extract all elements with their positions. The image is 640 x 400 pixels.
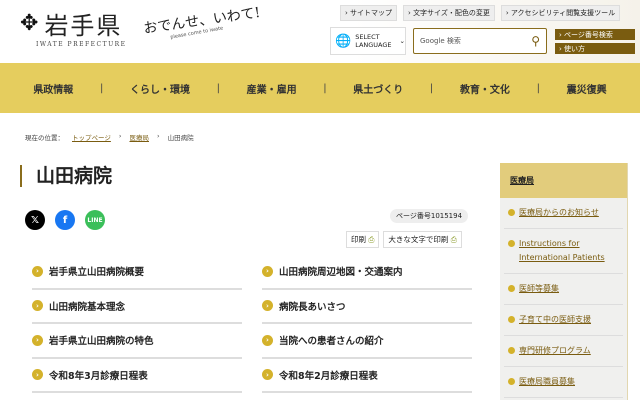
link-list: › 岩手県立山田病院概要 › 山田病院周辺地図・交通案内 › 山田病院基本理念 › 病院… xyxy=(32,255,472,393)
list-item[interactable]: › 病院長あいさつ xyxy=(262,290,472,324)
breadcrumb-link[interactable]: 医療局 xyxy=(129,132,149,142)
chevron-right-icon: › xyxy=(32,369,43,381)
sidebar-item[interactable]: 医療局職員募集 xyxy=(504,367,623,398)
nav-item[interactable]: くらし・環境 xyxy=(130,81,190,96)
sidebar-item[interactable]: Instructions for International Patients xyxy=(504,229,623,274)
nav-item[interactable]: 県政情報 xyxy=(33,81,73,96)
list-item[interactable]: › 山田病院周辺地図・交通案内 xyxy=(262,255,472,290)
list-item[interactable]: › 山田病院基本理念 xyxy=(32,290,242,324)
sidebar-heading[interactable]: 医療局 xyxy=(500,163,627,198)
site-logo[interactable]: ✥ 岩手県 xyxy=(20,6,122,41)
logo-text: 岩手県 xyxy=(44,12,123,40)
chevron-down-icon: ⌄ xyxy=(399,37,405,45)
breadcrumb-link[interactable]: トップページ xyxy=(72,132,111,142)
nav-item[interactable]: 産業・雇用 xyxy=(247,81,297,96)
chevron-right-icon: › xyxy=(32,265,43,277)
nav-item[interactable]: 県土づくり xyxy=(353,81,403,96)
bullet-icon xyxy=(508,378,515,385)
large-print-button[interactable]: 大きな文字で印刷 ⎙ xyxy=(383,231,462,248)
facebook-share-icon[interactable]: f xyxy=(55,210,75,230)
list-item[interactable]: › 岩手県立山田病院概要 xyxy=(32,255,242,290)
text-size-link[interactable]: › 文字サイズ・配色の変更 xyxy=(403,5,495,21)
usage-button[interactable]: › 使い方 xyxy=(555,43,635,54)
print-button[interactable]: 印刷 ⎙ xyxy=(346,231,380,248)
breadcrumb: 現在の位置： トップページ › 医療局 › 山田病院 xyxy=(25,132,194,142)
search-icon[interactable]: ⚲ xyxy=(531,34,540,48)
sidebar-item[interactable]: 専門研修プログラム xyxy=(504,336,623,367)
sidebar-item[interactable]: 医療局からのお知らせ xyxy=(504,198,623,229)
site-header: ✥ 岩手県 IWATE PREFECTURE おでんせ、いわて! please … xyxy=(0,0,640,63)
sitemap-link[interactable]: › サイトマップ xyxy=(340,5,398,21)
list-item[interactable]: › 当院への患者さんの紹介 xyxy=(262,324,472,359)
globe-icon: 🌐 xyxy=(335,33,352,49)
list-item[interactable]: › 岩手県立山田病院の特色 xyxy=(32,324,242,359)
line-share-icon[interactable]: LINE xyxy=(85,210,105,230)
printer-icon: ⎙ xyxy=(450,235,457,244)
bullet-icon xyxy=(508,209,515,216)
page-number-badge: ページ番号1015194 xyxy=(390,209,469,223)
language-select[interactable]: 🌐 SELECT LANGUAGE ⌄ xyxy=(330,27,406,55)
bullet-icon xyxy=(508,316,515,323)
nav-item[interactable]: 震災復興 xyxy=(567,81,607,96)
page-number-search-button[interactable]: › ページ番号検索 xyxy=(555,29,635,40)
accessibility-link[interactable]: › アクセシビリティ閲覧支援ツール xyxy=(500,5,621,21)
x-share-icon[interactable]: 𝕏 xyxy=(25,210,45,230)
chevron-right-icon: › xyxy=(262,300,273,312)
chevron-right-icon: › xyxy=(262,265,273,277)
chevron-right-icon: › xyxy=(32,300,43,312)
sidebar-item[interactable]: 医師等募集 xyxy=(504,274,623,305)
list-item[interactable]: › 令和8年3月診療日程表 xyxy=(32,359,242,393)
prefecture-emblem-icon: ✥ xyxy=(20,11,39,36)
bullet-icon xyxy=(508,347,515,354)
list-item[interactable]: › 令和8年2月診療日程表 xyxy=(262,359,472,393)
breadcrumb-current: 山田病院 xyxy=(167,134,194,142)
bullet-icon xyxy=(508,285,515,292)
logo-subtitle: IWATE PREFECTURE xyxy=(36,41,127,48)
sidebar-item[interactable]: 子育て中の医師支援 xyxy=(504,305,623,336)
chevron-right-icon: › xyxy=(32,334,43,346)
chevron-right-icon: › xyxy=(262,369,273,381)
search-input[interactable]: Google 検索 ⚲ xyxy=(413,28,547,54)
global-nav: 県政情報 | くらし・環境 | 産業・雇用 | 県土づくり | 教育・文化 | 震災復興 xyxy=(0,63,640,113)
bullet-icon xyxy=(508,240,515,247)
page-title: 山田病院 xyxy=(20,165,112,187)
nav-item[interactable]: 教育・文化 xyxy=(460,81,510,96)
sidebar: 医療局 医療局からのお知らせ Instructions for Internat… xyxy=(500,163,628,400)
printer-icon: ⎙ xyxy=(368,235,375,244)
chevron-right-icon: › xyxy=(262,334,273,346)
